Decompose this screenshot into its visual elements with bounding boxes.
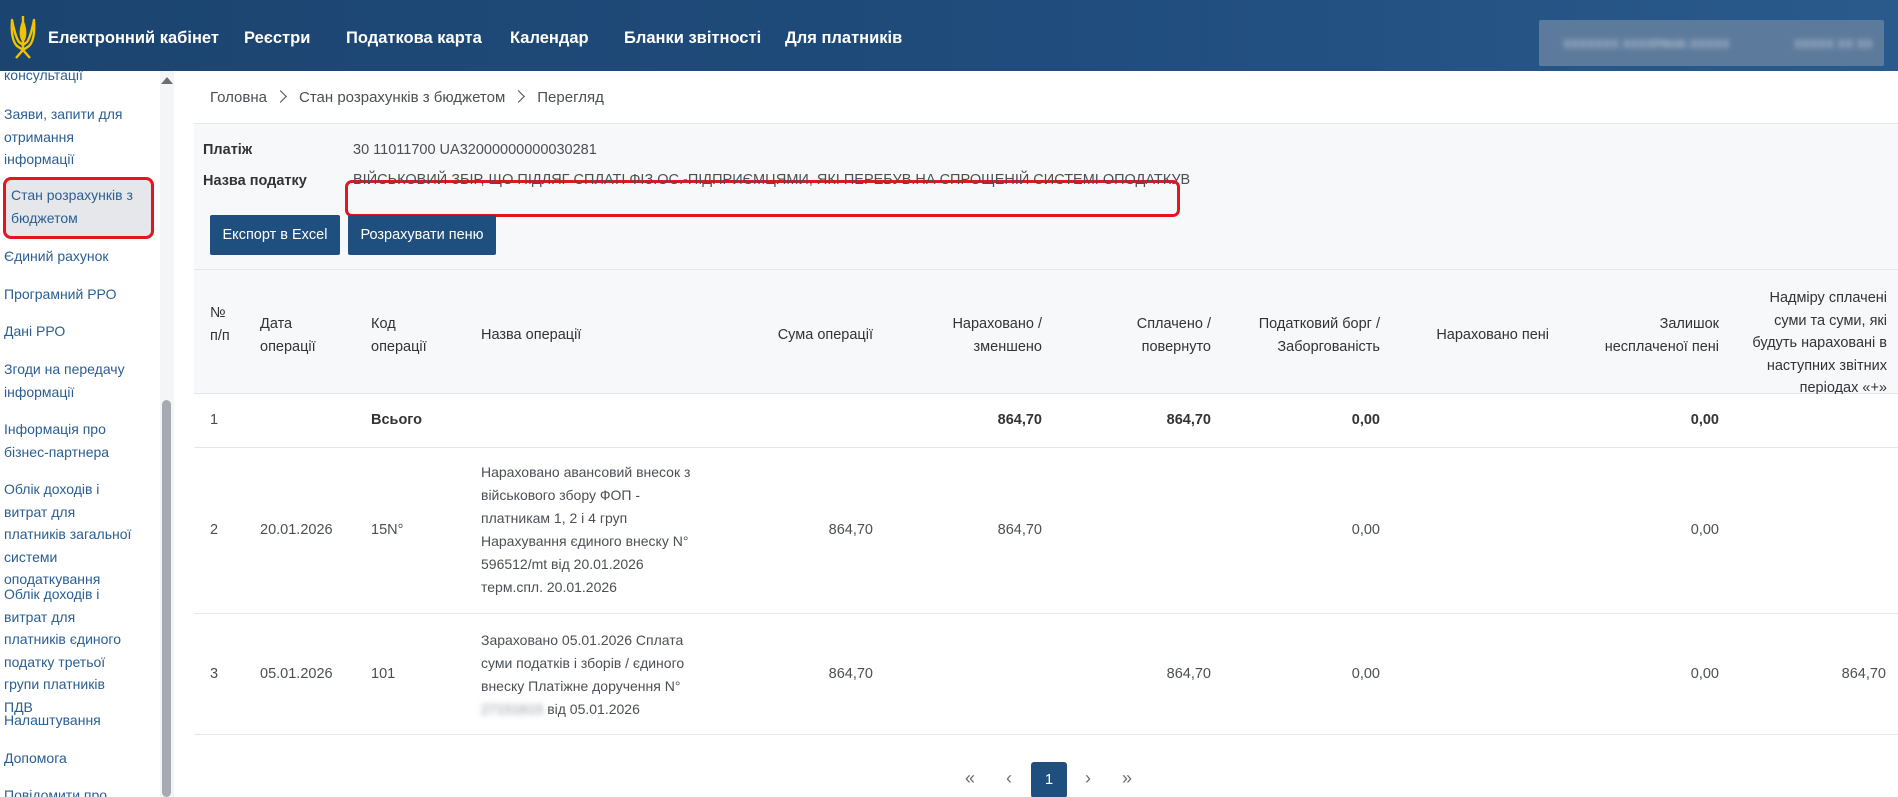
trident-logo-icon[interactable] [8, 14, 38, 60]
cell-paid: 864,70 [1166, 412, 1211, 428]
cell-paid: 864,70 [1166, 666, 1211, 682]
cell-date: 05.01.2026 [260, 666, 333, 682]
nav-tax-map[interactable]: Податкова карта [346, 0, 482, 71]
cell-number: 1 [210, 412, 219, 428]
sidebar-item-requests[interactable]: Заяви, запити для отримання інформації [4, 103, 136, 171]
header-date: Дата операції [260, 316, 316, 355]
table-row: 1 Всього 864,70 864,70 0,00 0,00 [194, 394, 1898, 448]
cell-code: Всього [371, 412, 423, 428]
main-content: Головна Стан розрахунків з бюджетом Перегл… [194, 71, 1898, 797]
top-navigation-bar: Електронний кабінет Реєстри Податкова ка… [0, 0, 1898, 71]
payment-label: Платіж [203, 142, 253, 158]
cell-operation-name: Зараховано 05.01.2026 Сплата суми податк… [481, 629, 706, 721]
cell-debt: 0,00 [1351, 522, 1380, 538]
last-page-button[interactable]: » [1110, 763, 1144, 797]
cell-accrued: 864,70 [997, 412, 1042, 428]
sidebar-item-budget-settlements[interactable]: Стан розрахунків з бюджетом [3, 177, 154, 239]
sidebar-item-accounting-single-tax[interactable]: Облік доходів і витрат для платників єди… [4, 583, 136, 718]
table-row: 2 20.01.2026 15N° Нараховано авансовий в… [194, 448, 1898, 614]
redacted-doc-number: 27151615 [481, 701, 544, 717]
cell-debt: 0,00 [1351, 666, 1380, 682]
cell-sum: 864,70 [828, 522, 873, 538]
nav-registries[interactable]: Реєстри [244, 0, 310, 71]
table-row: 3 05.01.2026 101 Зараховано 05.01.2026 С… [194, 614, 1898, 735]
cell-debt: 0,00 [1351, 412, 1380, 428]
breadcrumb-current: Перегляд [537, 89, 604, 106]
brand-title[interactable]: Електронний кабінет [48, 0, 219, 71]
sidebar-item-software-prro[interactable]: Програмний РРО [4, 283, 136, 306]
cell-date: 20.01.2026 [260, 522, 333, 538]
cell-penalty-rest: 0,00 [1690, 666, 1719, 682]
header-operation-sum: Сума операції [777, 327, 873, 343]
user-account-box[interactable]: ХХХХХХХ ХХХХРАНА ХХХХХ ХХХХХ ХХ ХХ [1539, 20, 1884, 66]
operation-name-tail: від 05.01.2026 [547, 701, 640, 717]
scroll-up-arrow-icon[interactable] [161, 77, 173, 84]
sidebar-item-consultations[interactable]: консультації [4, 71, 136, 87]
header-penalty-rest: Залишок несплаченої пені [1604, 316, 1719, 355]
header-debt: Податковий борг / Заборгованість [1258, 316, 1380, 355]
nav-calendar[interactable]: Календар [510, 0, 589, 71]
cell-number: 2 [210, 522, 219, 538]
sidebar-item-label: Стан розрахунків з бюджетом [11, 187, 133, 226]
operation-name-text: Зараховано 05.01.2026 Сплата суми податк… [481, 632, 685, 694]
header-code: Код операції [371, 316, 427, 355]
user-name: ХХХХХХХ ХХХХРАНА ХХХХХ [1563, 37, 1730, 51]
header-number: № п/п [210, 305, 230, 344]
cell-code: 15N° [371, 522, 404, 538]
user-id: ХХХХХ ХХ ХХ [1794, 37, 1873, 51]
table-header: № п/п Дата операції Код операції Назва о… [194, 269, 1898, 396]
cell-accrued: 864,70 [997, 522, 1042, 538]
cell-overpaid: 864,70 [1841, 666, 1886, 682]
header-paid: Сплачено / повернуто [1136, 316, 1211, 355]
sidebar-item-consents[interactable]: Згоди на передачу інформації [4, 358, 136, 403]
next-page-button[interactable]: › [1071, 763, 1105, 797]
cell-penalty-rest: 0,00 [1690, 522, 1719, 538]
calculate-penalty-button[interactable]: Розрахувати пеню [348, 215, 496, 255]
sidebar-menu: консультації Заяви, запити для отримання… [0, 71, 161, 797]
sidebar-item-help[interactable]: Допомога [4, 747, 136, 770]
page-1-button[interactable]: 1 [1031, 762, 1067, 797]
chevron-right-icon [512, 90, 526, 103]
breadcrumb: Головна Стан розрахунків з бюджетом Перегл… [210, 86, 604, 110]
breadcrumb-home[interactable]: Головна [210, 89, 267, 106]
sidebar-item-single-account[interactable]: Єдиний рахунок [4, 245, 136, 268]
cell-operation-name: Нараховано авансовий внесок з військовог… [481, 464, 691, 595]
sidebar-item-settings[interactable]: Налаштування [4, 709, 136, 732]
sidebar-item-prro-data[interactable]: Дані РРО [4, 320, 136, 343]
tax-name-label: Назва податку [203, 173, 307, 189]
export-excel-button[interactable]: Експорт в Excel [210, 215, 340, 255]
scrollbar-thumb[interactable] [162, 400, 171, 797]
breadcrumb-budget-settlements[interactable]: Стан розрахунків з бюджетом [299, 89, 505, 106]
header-accrued: Нараховано / зменшено [952, 316, 1042, 355]
cell-number: 3 [210, 666, 219, 682]
payment-value: 30 11011700 UA32000000000030281 [353, 142, 597, 158]
cell-sum: 864,70 [828, 666, 873, 682]
sidebar-item-accounting-general[interactable]: Облік доходів і витрат для платників заг… [4, 478, 136, 591]
tax-name-value: ВІЙСЬКОВИЙ ЗБІР, ЩО ПІДЛЯГ СПЛАТІ ФІЗ.ОС… [353, 172, 1191, 188]
cell-code: 101 [371, 666, 396, 682]
sidebar-item-business-partner[interactable]: Інформація про бізнес-партнера [4, 418, 136, 463]
nav-for-payers[interactable]: Для платників [785, 0, 902, 71]
previous-page-button[interactable]: ‹ [992, 763, 1026, 797]
first-page-button[interactable]: « [953, 763, 987, 797]
sidebar-item-report[interactable]: Повідомити про [4, 784, 136, 797]
header-operation-name: Назва операції [481, 327, 582, 343]
chevron-right-icon [274, 90, 287, 103]
header-penalty: Нараховано пені [1436, 327, 1549, 343]
nav-report-forms[interactable]: Бланки звітності [624, 0, 761, 71]
header-overpaid: Надміру сплачені суми та суми, які будут… [1752, 290, 1887, 396]
cell-penalty-rest: 0,00 [1690, 412, 1719, 428]
